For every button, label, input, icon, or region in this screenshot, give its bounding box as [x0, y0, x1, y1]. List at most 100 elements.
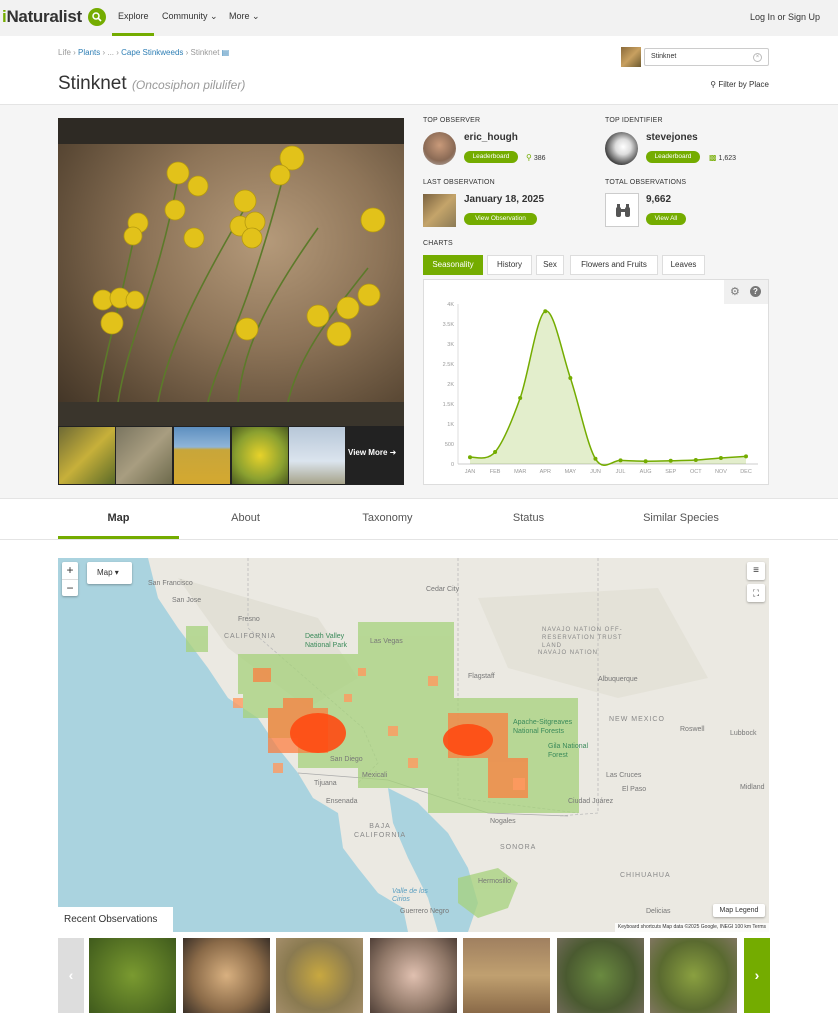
- y-tick-label: 0: [451, 462, 454, 468]
- y-tick-label: 2.5K: [443, 362, 455, 368]
- x-tick-label: SEP: [665, 469, 676, 475]
- chart-tab-flowers-fruits[interactable]: Flowers and Fruits: [570, 255, 658, 275]
- top-identifier-avatar[interactable]: [605, 132, 638, 165]
- data-point: [493, 450, 498, 454]
- fullscreen-icon[interactable]: ⛶: [747, 584, 765, 602]
- zoom-in-button[interactable]: +: [62, 562, 78, 579]
- filter-by-place-button[interactable]: ⚲ Filter by Place: [710, 80, 769, 89]
- recent-observation-thumbnail[interactable]: [276, 938, 363, 1013]
- map-label-ensenada: Ensenada: [326, 798, 358, 805]
- binoculars-icon: [616, 204, 630, 217]
- photo-thumbnail[interactable]: [174, 427, 230, 484]
- photo-thumbnail[interactable]: [232, 427, 288, 484]
- photo-thumbnail[interactable]: [116, 427, 172, 484]
- main-photo[interactable]: [58, 118, 404, 426]
- breadcrumb-cape-stinkweeds[interactable]: Cape Stinkweeds: [121, 48, 183, 57]
- zoom-out-button[interactable]: −: [62, 579, 78, 596]
- x-tick-label: JUL: [616, 469, 626, 475]
- breadcrumb-plants[interactable]: Plants: [78, 48, 100, 57]
- breadcrumb-ellipsis[interactable]: ...: [107, 48, 114, 57]
- tab-about[interactable]: About: [185, 512, 306, 524]
- seasonality-chart: ⚙ ? 0 500 1K 1.5K 2K 2.5K 3K 3.5K 4K JAN FEB MAR APR…: [423, 279, 769, 485]
- map-label-navajo-nation: NAVAJO NATION: [538, 650, 599, 656]
- data-point: [744, 454, 748, 459]
- top-identifier-count: ▩ 1,623: [709, 153, 736, 162]
- map-type-select[interactable]: Map ▾: [87, 562, 132, 584]
- nav-more[interactable]: More ⌄: [229, 11, 260, 22]
- chevron-down-icon: ▾: [114, 568, 119, 577]
- map-label-midland: Midland: [740, 784, 765, 791]
- carousel-next-button[interactable]: ›: [744, 938, 770, 1013]
- recent-observation-thumbnail[interactable]: [650, 938, 737, 1013]
- recent-observation-thumbnail[interactable]: [89, 938, 176, 1013]
- map-label-sonora: SONORA: [500, 844, 537, 851]
- nav-active-indicator: [112, 33, 154, 36]
- top-identifier-name[interactable]: stevejones: [646, 132, 698, 143]
- chart-tab-sex[interactable]: Sex: [536, 255, 564, 275]
- breadcrumb-expand-icon[interactable]: ▤: [222, 48, 230, 57]
- x-tick-label: AUG: [640, 469, 652, 475]
- help-icon[interactable]: ?: [750, 286, 761, 297]
- top-observer-name[interactable]: eric_hough: [464, 132, 518, 143]
- x-tick-label: NOV: [715, 469, 727, 475]
- logo-text: Naturalist: [6, 7, 82, 26]
- x-tick-label: JUN: [590, 469, 601, 475]
- map-label-navajo-trust: NAVAJO NATION OFF-RESERVATION TRUST LAND: [542, 627, 623, 649]
- chevron-down-icon: ⌄: [252, 11, 260, 21]
- photo-thumbnail[interactable]: [59, 427, 115, 484]
- map-label-new-mexico: NEW MEXICO: [609, 716, 665, 723]
- map-legend-button[interactable]: Map Legend: [713, 904, 765, 917]
- search-button[interactable]: [88, 8, 106, 26]
- chart-tab-history[interactable]: History: [487, 255, 532, 275]
- observations-map[interactable]: San Francisco San Jose Fresno CALIFORNIA…: [58, 558, 769, 932]
- map-label-guerrero: Guerrero Negro: [400, 908, 450, 915]
- chart-tab-leaves[interactable]: Leaves: [662, 255, 705, 275]
- tab-map[interactable]: Map: [58, 512, 179, 524]
- map-label-chihuahua: CHIHUAHUA: [620, 872, 671, 879]
- taxon-search-input[interactable]: Stinknet ×: [644, 48, 769, 66]
- view-observation-button[interactable]: View Observation: [464, 213, 537, 225]
- view-all-button[interactable]: View All: [646, 213, 686, 225]
- photo-thumbnail[interactable]: [289, 427, 345, 484]
- recent-observation-thumbnail[interactable]: [183, 938, 270, 1013]
- last-observation-thumbnail[interactable]: [423, 194, 456, 227]
- breadcrumb-life[interactable]: Life: [58, 48, 71, 57]
- recent-observation-thumbnail[interactable]: [370, 938, 457, 1013]
- gear-icon[interactable]: ⚙: [730, 285, 740, 298]
- carousel-prev-button[interactable]: ‹: [58, 938, 84, 1013]
- map-label-flagstaff: Flagstaff: [468, 673, 495, 680]
- layers-icon[interactable]: ≡: [747, 562, 765, 580]
- top-identifier-label: TOP IDENTIFIER: [605, 117, 663, 124]
- recent-observation-thumbnail[interactable]: [463, 938, 550, 1013]
- map-label-mexicali: Mexicali: [362, 772, 388, 779]
- view-more-label: View More: [348, 448, 388, 457]
- tab-similar-species[interactable]: Similar Species: [611, 512, 751, 524]
- top-observer-leaderboard-button[interactable]: Leaderboard: [464, 151, 518, 163]
- chevron-down-icon: ⌄: [210, 11, 218, 21]
- view-more-link[interactable]: View More ➜: [348, 448, 396, 457]
- map-label-valle-cirios: Valle de los Cirios: [392, 888, 428, 903]
- top-identifier-count-value: 1,623: [718, 155, 737, 162]
- nav-community[interactable]: Community ⌄: [162, 11, 218, 22]
- nav-explore[interactable]: Explore: [118, 11, 149, 21]
- map-label-san-jose: San Jose: [172, 597, 202, 604]
- tab-taxonomy[interactable]: Taxonomy: [327, 512, 448, 524]
- y-tick-label: 2K: [447, 382, 454, 388]
- top-identifier-leaderboard-button[interactable]: Leaderboard: [646, 151, 700, 163]
- map-label-tijuana: Tijuana: [314, 780, 337, 787]
- clear-icon[interactable]: ×: [753, 53, 762, 62]
- tab-status[interactable]: Status: [468, 512, 589, 524]
- login-signup-link[interactable]: Log In or Sign Up: [750, 12, 820, 22]
- x-tick-label: OCT: [690, 469, 702, 475]
- map-label-fresno: Fresno: [238, 616, 260, 623]
- zoom-controls: + −: [62, 562, 78, 596]
- taxon-thumbnail: [621, 47, 641, 67]
- breadcrumb: Life › Plants › ... › Cape Stinkweeds › …: [58, 48, 230, 57]
- flower-illustration: [92, 145, 386, 403]
- identify-icon: ▩: [709, 153, 717, 162]
- recent-observation-thumbnail[interactable]: [557, 938, 644, 1013]
- map-label-las-vegas: Las Vegas: [370, 638, 403, 645]
- chart-tab-seasonality[interactable]: Seasonality: [423, 255, 483, 275]
- top-observer-avatar[interactable]: [423, 132, 456, 165]
- inaturalist-logo[interactable]: iNaturalist: [2, 7, 82, 27]
